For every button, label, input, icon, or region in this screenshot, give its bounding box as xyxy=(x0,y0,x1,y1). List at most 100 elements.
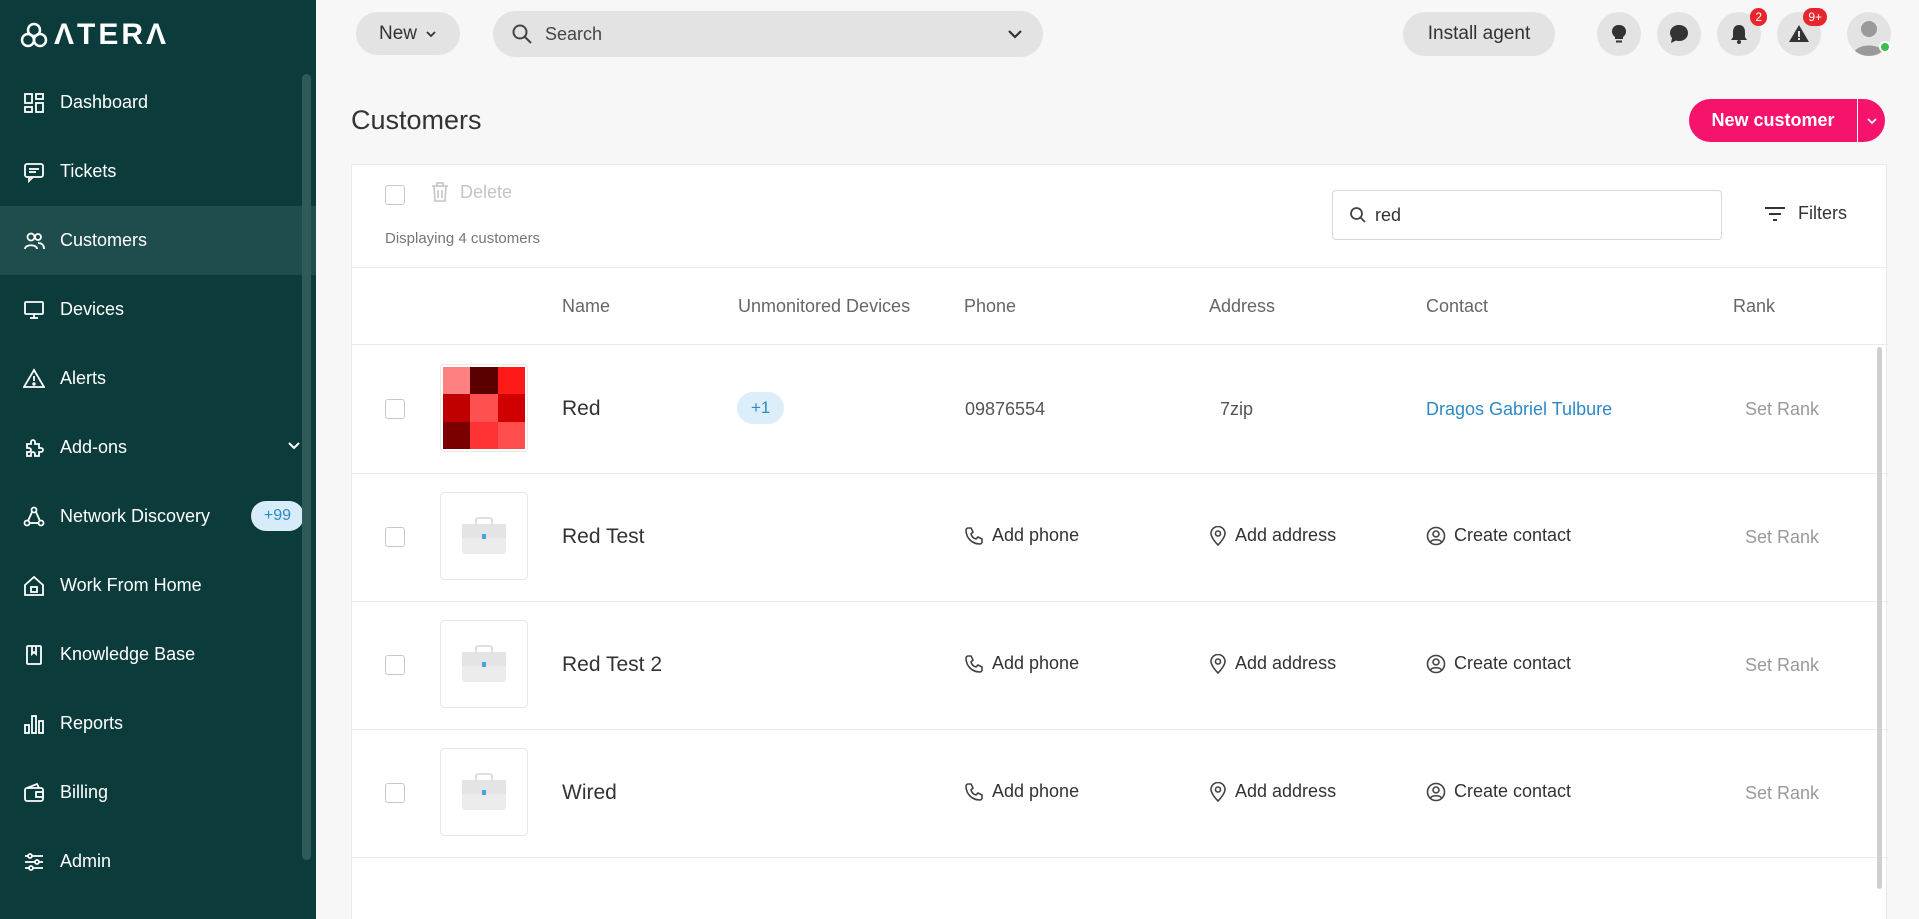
sidebar-item-label: Knowledge Base xyxy=(60,644,196,664)
network-icon xyxy=(22,505,46,529)
search-icon xyxy=(1350,207,1366,223)
add-address-button[interactable]: Add address xyxy=(1209,781,1336,802)
sidebar-item-billing[interactable]: Billing xyxy=(0,758,316,827)
sidebar-scrollbar[interactable] xyxy=(302,74,311,860)
add-phone-button[interactable]: Add phone xyxy=(964,525,1079,546)
sidebar-item-label: Tickets xyxy=(60,161,117,181)
set-rank-button[interactable]: Set Rank xyxy=(1745,783,1819,804)
add-phone-label: Add phone xyxy=(992,781,1080,801)
displaying-count: Displaying 4 customers xyxy=(385,230,541,247)
alerts-button[interactable]: 9+ xyxy=(1777,8,1827,56)
logo-tile xyxy=(470,421,498,449)
chat-button[interactable] xyxy=(1657,12,1701,56)
add-address-button[interactable]: Add address xyxy=(1209,653,1336,674)
chat-icon xyxy=(1670,25,1688,43)
chevron-down-icon[interactable] xyxy=(286,437,302,458)
sidebar-item-tickets[interactable]: Tickets xyxy=(0,137,316,206)
trash-icon xyxy=(432,182,448,202)
row-checkbox[interactable] xyxy=(385,655,405,675)
filters-button[interactable]: Filters xyxy=(1764,203,1847,224)
column-header-address[interactable]: Address xyxy=(1209,296,1275,317)
column-header-rank[interactable]: Rank xyxy=(1733,296,1775,317)
customer-name-link[interactable]: Red xyxy=(562,397,601,421)
atera-logo[interactable]: ΛTERΛ xyxy=(20,18,169,52)
install-agent-button[interactable]: Install agent xyxy=(1403,12,1555,56)
customers-icon xyxy=(22,229,46,253)
customer-logo-grid xyxy=(443,367,525,449)
table-scrollbar[interactable] xyxy=(1877,347,1882,889)
online-status-indicator xyxy=(1879,41,1891,53)
customer-search-input[interactable]: red xyxy=(1332,190,1722,240)
column-header-name[interactable]: Name xyxy=(562,296,610,317)
sidebar-item-work-from-home[interactable]: Work From Home xyxy=(0,551,316,620)
logo-tile xyxy=(443,421,471,449)
sidebar-item-reports[interactable]: Reports xyxy=(0,689,316,758)
sidebar-item-customers[interactable]: Customers xyxy=(0,206,316,275)
user-circle-icon xyxy=(1426,782,1446,801)
unmonitored-devices-badge[interactable]: +1 xyxy=(737,392,785,424)
create-contact-label: Create contact xyxy=(1454,781,1572,801)
customer-logo-placeholder xyxy=(440,748,528,836)
customer-name-link[interactable]: Red Test xyxy=(562,525,645,549)
delete-button[interactable]: Delete xyxy=(430,181,512,203)
table-row[interactable]: Red Test Add phone Add address Create co… xyxy=(352,474,1888,602)
contact-link[interactable]: Dragos Gabriel Tulbure xyxy=(1426,399,1612,420)
new-button-label: New xyxy=(378,22,417,44)
sidebar-item-label: Devices xyxy=(60,299,125,319)
wallet-icon xyxy=(22,781,46,805)
customer-name-link[interactable]: Red Test 2 xyxy=(562,653,662,677)
row-checkbox[interactable] xyxy=(385,783,405,803)
sidebar-item-dashboard[interactable]: Dashboard xyxy=(0,68,316,137)
new-customer-split-button: New customer xyxy=(1689,99,1885,142)
dashboard-icon xyxy=(22,91,46,115)
search-label: Search xyxy=(545,23,603,44)
global-search[interactable]: Search xyxy=(493,11,1043,57)
monitor-icon xyxy=(22,298,46,322)
count-badge: +99 xyxy=(250,501,304,531)
add-phone-button[interactable]: Add phone xyxy=(964,781,1079,802)
set-rank-button[interactable]: Set Rank xyxy=(1745,655,1819,676)
sidebar-item-network-discovery[interactable]: Network Discovery +99 xyxy=(0,482,316,551)
user-circle-icon xyxy=(1426,654,1446,673)
create-contact-button[interactable]: Create contact xyxy=(1426,781,1571,802)
add-address-button[interactable]: Add address xyxy=(1209,525,1336,546)
new-customer-button[interactable]: New customer xyxy=(1689,99,1857,142)
set-rank-button[interactable]: Set Rank xyxy=(1745,527,1819,548)
ticket-icon xyxy=(22,160,46,184)
row-checkbox[interactable] xyxy=(385,399,405,419)
table-row[interactable]: Red Test 2 Add phone Add address Create … xyxy=(352,602,1888,730)
sidebar-item-knowledge-base[interactable]: Knowledge Base xyxy=(0,620,316,689)
column-header-contact[interactable]: Contact xyxy=(1426,296,1488,317)
column-header-phone[interactable]: Phone xyxy=(964,296,1016,317)
set-rank-button[interactable]: Set Rank xyxy=(1745,399,1819,420)
add-address-label: Add address xyxy=(1235,653,1337,673)
create-contact-button[interactable]: Create contact xyxy=(1426,653,1571,674)
customer-name-link[interactable]: Wired xyxy=(562,781,617,805)
logo-tile xyxy=(470,394,498,422)
notifications-button[interactable]: 2 xyxy=(1717,8,1767,56)
sidebar-item-devices[interactable]: Devices xyxy=(0,275,316,344)
table-row[interactable]: Wired Add phone Add address Create conta… xyxy=(352,730,1888,858)
logo-tile xyxy=(497,367,525,395)
select-all-checkbox[interactable] xyxy=(385,185,405,205)
column-header-unmonitored-devices[interactable]: Unmonitored Devices xyxy=(738,296,910,317)
create-contact-button[interactable]: Create contact xyxy=(1426,525,1571,546)
row-checkbox[interactable] xyxy=(385,527,405,547)
sidebar-item-alerts[interactable]: Alerts xyxy=(0,344,316,413)
sidebar-item-admin[interactable]: Admin xyxy=(0,827,316,896)
logo-text: ΛTERΛ xyxy=(54,18,170,51)
table-row[interactable]: Red +1 09876554 7zip Dragos Gabriel Tulb… xyxy=(352,346,1888,474)
add-phone-label: Add phone xyxy=(992,525,1080,545)
tips-button[interactable] xyxy=(1597,12,1641,56)
logo-tile xyxy=(470,367,498,395)
new-button[interactable]: New xyxy=(356,12,460,55)
chevron-down-icon[interactable] xyxy=(1005,24,1025,49)
sidebar-item-add-ons[interactable]: Add-ons xyxy=(0,413,316,482)
sidebar-item-label: Network Discovery xyxy=(60,506,211,526)
briefcase-icon xyxy=(462,773,506,810)
new-customer-dropdown-button[interactable] xyxy=(1857,99,1885,142)
lightbulb-icon xyxy=(1611,24,1627,43)
add-phone-button[interactable]: Add phone xyxy=(964,653,1079,674)
location-pin-icon xyxy=(1210,525,1226,546)
sidebar-item-label: Customers xyxy=(60,230,148,250)
